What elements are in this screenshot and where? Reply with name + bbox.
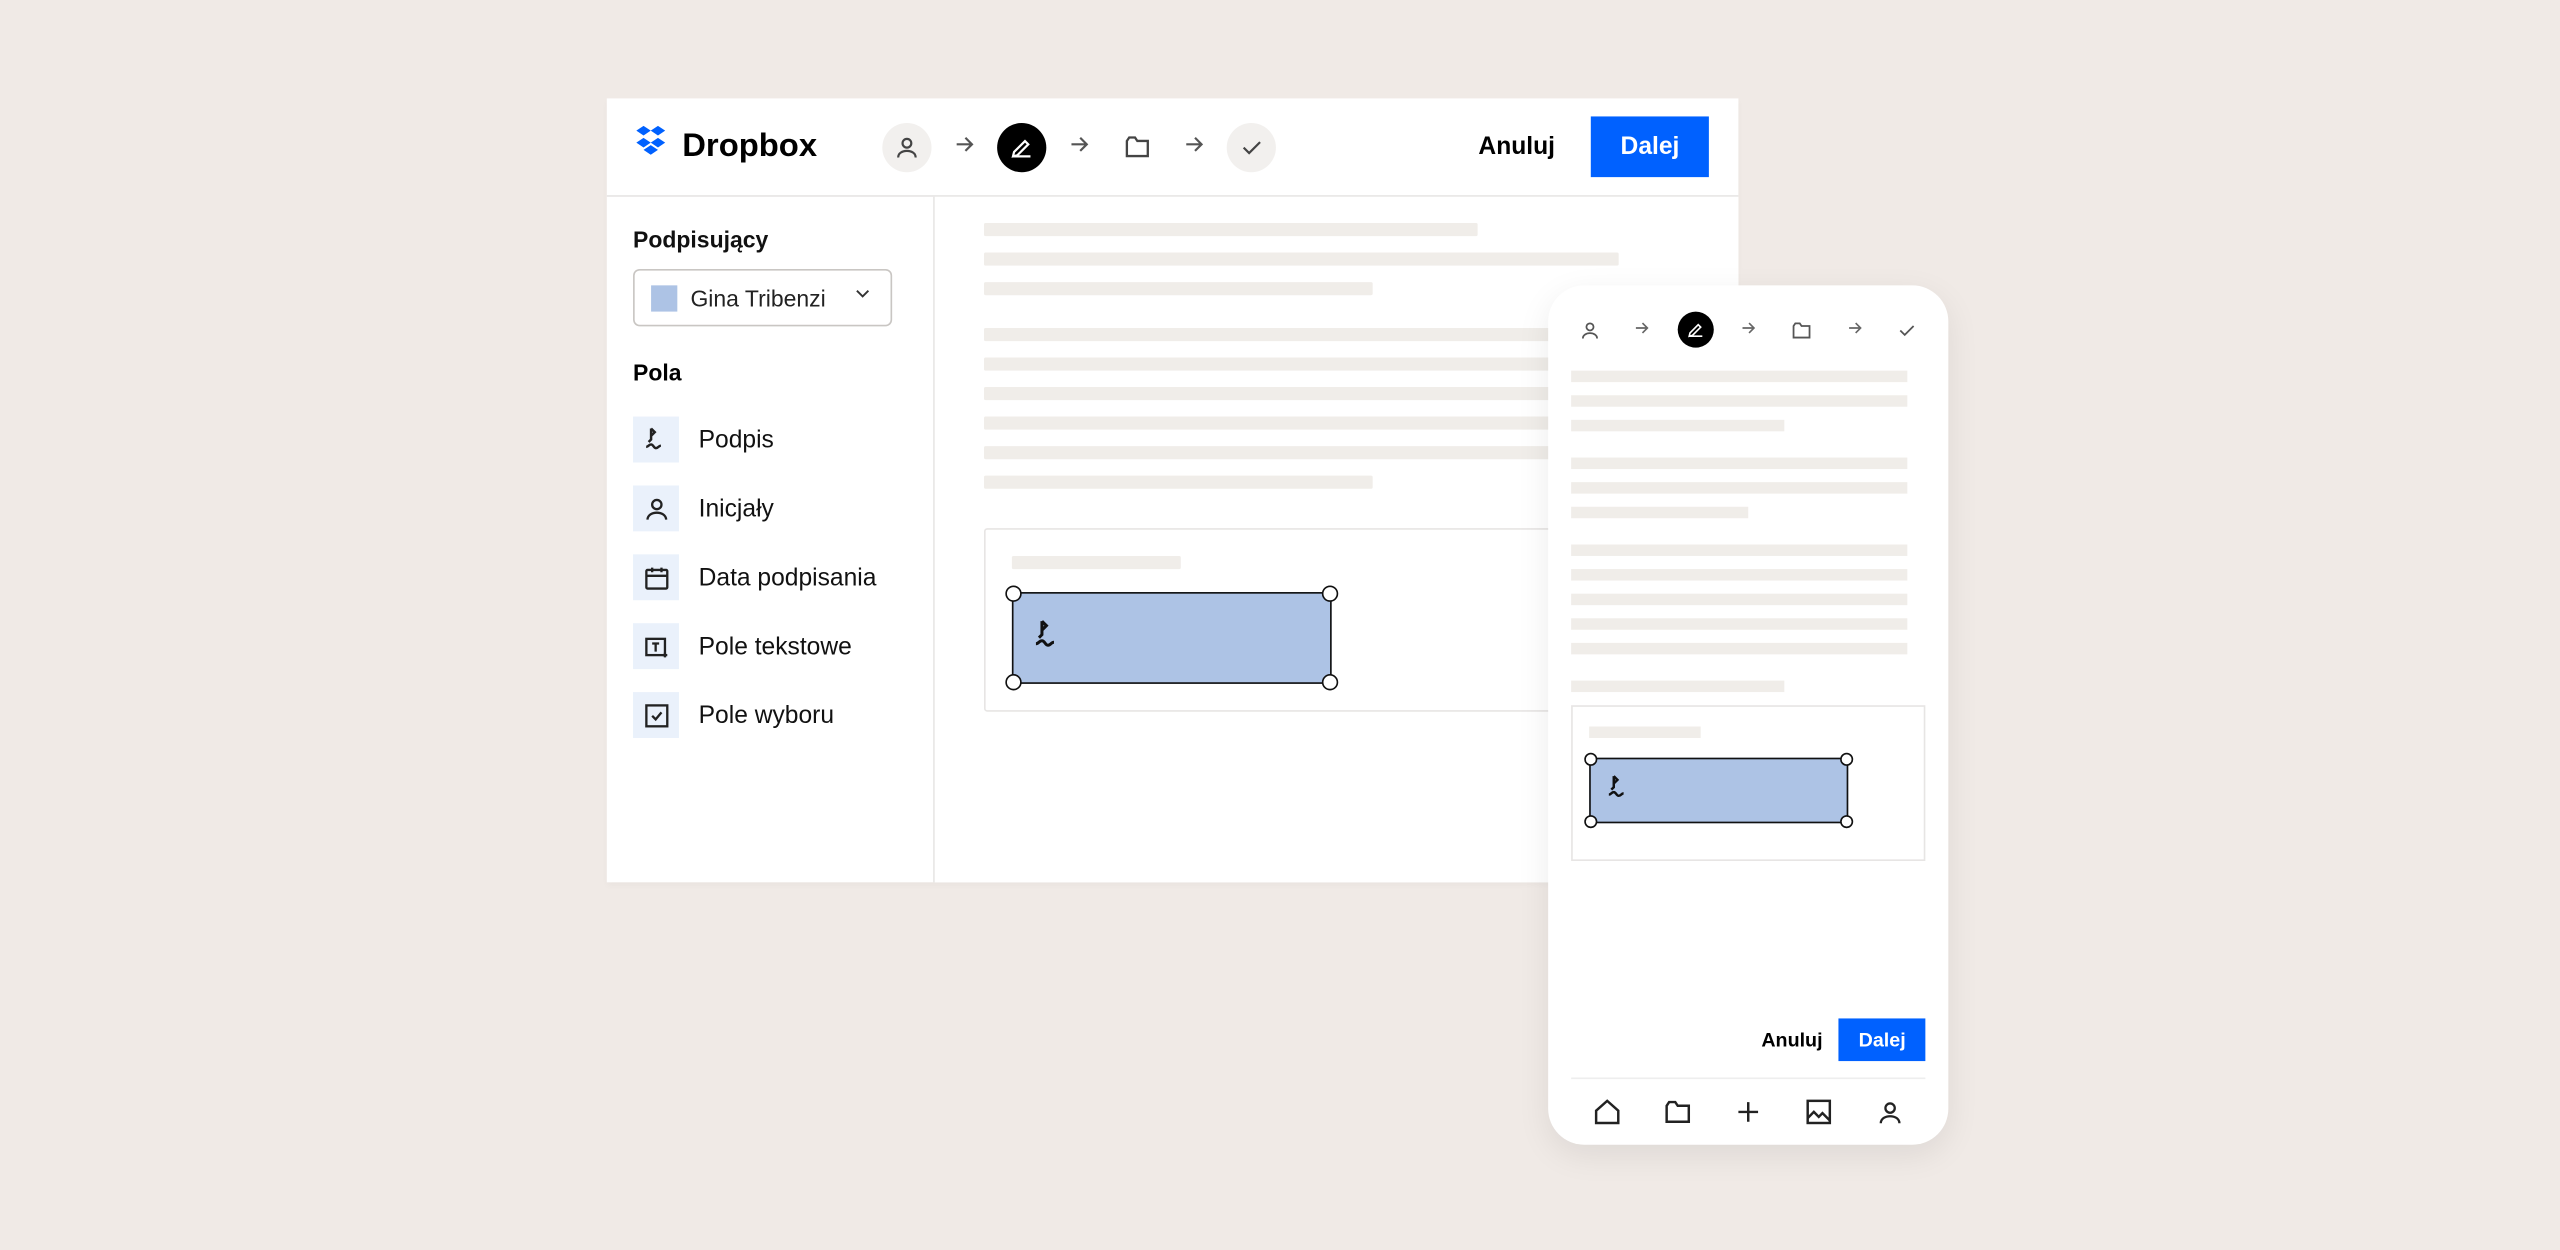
arrow-right-icon	[1181, 130, 1207, 163]
placed-signature-field[interactable]	[1589, 758, 1848, 824]
plus-icon[interactable]	[1732, 1096, 1765, 1129]
signer-select[interactable]: Gina Tribenzi	[633, 269, 892, 326]
person-icon	[633, 485, 679, 531]
arrow-right-icon	[1632, 317, 1652, 342]
placeholder-line	[1571, 569, 1908, 580]
placeholder-line	[1012, 556, 1181, 569]
step-review[interactable]	[1889, 312, 1925, 348]
field-label: Pole tekstowe	[699, 632, 852, 660]
textbox-icon	[633, 623, 679, 669]
step-add-signers[interactable]	[1571, 312, 1607, 348]
field-option-text[interactable]: Pole tekstowe	[633, 612, 907, 681]
signer-color-swatch	[651, 285, 677, 311]
checkbox-icon	[633, 692, 679, 738]
sidebar: Podpisujący Gina Tribenzi Pola Podpis	[607, 197, 935, 883]
arrow-right-icon	[1844, 317, 1864, 342]
arrow-right-icon	[1066, 130, 1092, 163]
placeholder-line	[1571, 681, 1784, 692]
placeholder-line	[1571, 482, 1908, 493]
step-add-signers[interactable]	[883, 122, 932, 171]
resize-handle[interactable]	[1840, 753, 1853, 766]
home-icon[interactable]	[1590, 1096, 1623, 1129]
photo-icon[interactable]	[1803, 1096, 1836, 1129]
step-place-fields[interactable]	[1677, 312, 1713, 348]
next-button[interactable]: Dalej	[1839, 1018, 1925, 1061]
step-place-fields[interactable]	[997, 122, 1046, 171]
placeholder-line	[984, 446, 1619, 459]
chevron-down-icon	[851, 282, 874, 313]
placeholder-line	[1571, 458, 1908, 469]
step-destination[interactable]	[1783, 312, 1819, 348]
placed-signature-field[interactable]	[1012, 592, 1332, 684]
fields-heading: Pola	[633, 359, 907, 385]
field-option-checkbox[interactable]: Pole wyboru	[633, 681, 907, 750]
mobile-stepper	[1571, 312, 1925, 348]
field-label: Inicjały	[699, 494, 774, 522]
resize-handle[interactable]	[1322, 585, 1338, 601]
folder-icon[interactable]	[1661, 1096, 1694, 1129]
placeholder-line	[1571, 618, 1908, 629]
placeholder-line	[1571, 594, 1908, 605]
field-option-date[interactable]: Data podpisania	[633, 543, 907, 612]
placeholder-line	[984, 223, 1478, 236]
resize-handle[interactable]	[1322, 674, 1338, 690]
placeholder-line	[1571, 544, 1908, 555]
cancel-button[interactable]: Anuluj	[1761, 1028, 1822, 1051]
signature-icon	[633, 417, 679, 463]
desktop-header: Dropbox	[607, 98, 1739, 196]
step-destination[interactable]	[1112, 122, 1161, 171]
resize-handle[interactable]	[1584, 753, 1597, 766]
field-option-signature[interactable]: Podpis	[633, 405, 907, 474]
mobile-actions: Anuluj Dalej	[1571, 995, 1925, 1077]
brand-name: Dropbox	[682, 128, 817, 166]
calendar-icon	[633, 554, 679, 600]
step-review[interactable]	[1227, 122, 1276, 171]
signer-name: Gina Tribenzi	[690, 285, 838, 311]
placeholder-line	[1571, 643, 1908, 654]
placeholder-line	[1589, 727, 1700, 738]
placeholder-line	[1571, 371, 1908, 382]
signature-icon	[1030, 616, 1066, 660]
mobile-signature-block	[1571, 705, 1925, 861]
mobile-bottom-nav	[1571, 1077, 1925, 1128]
stepper	[883, 122, 1277, 171]
resize-handle[interactable]	[1584, 815, 1597, 828]
placeholder-line	[1571, 420, 1784, 431]
placeholder-line	[984, 328, 1619, 341]
placeholder-line	[984, 282, 1372, 295]
resize-handle[interactable]	[1005, 585, 1021, 601]
placeholder-line	[1571, 395, 1908, 406]
field-label: Data podpisania	[699, 563, 877, 591]
signature-icon	[1604, 772, 1634, 810]
mobile-document[interactable]	[1571, 371, 1925, 996]
arrow-right-icon	[1738, 317, 1758, 342]
arrow-right-icon	[952, 130, 978, 163]
resize-handle[interactable]	[1840, 815, 1853, 828]
placeholder-line	[1571, 507, 1748, 518]
placeholder-line	[984, 358, 1619, 371]
mobile-window: Anuluj Dalej	[1548, 285, 1948, 1144]
signers-heading: Podpisujący	[633, 226, 907, 252]
placeholder-line	[984, 417, 1619, 430]
person-icon[interactable]	[1873, 1096, 1906, 1129]
placeholder-line	[984, 253, 1619, 266]
cancel-button[interactable]: Anuluj	[1459, 120, 1575, 174]
field-label: Pole wyboru	[699, 701, 834, 729]
next-button[interactable]: Dalej	[1591, 116, 1709, 177]
resize-handle[interactable]	[1005, 674, 1021, 690]
field-option-initials[interactable]: Inicjały	[633, 474, 907, 543]
field-label: Podpis	[699, 426, 774, 454]
dropbox-glyph-icon	[636, 124, 672, 170]
placeholder-line	[984, 476, 1372, 489]
dropbox-logo: Dropbox	[636, 124, 817, 170]
placeholder-line	[984, 387, 1619, 400]
